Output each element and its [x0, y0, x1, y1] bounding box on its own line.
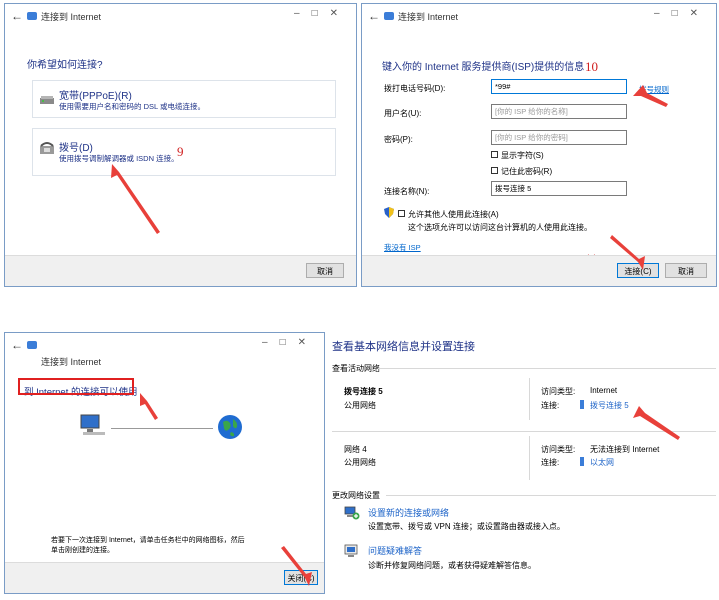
- broadband-title: 宽带(PPPoE)(R): [59, 91, 132, 102]
- network2-access-value: 无法连接到 Internet: [590, 445, 660, 454]
- phone-number-input[interactable]: [491, 79, 627, 94]
- show-chars-checkbox[interactable]: [491, 151, 498, 158]
- next-time-note: 若要下一次连接到 Internet，请单击任务栏中的网络图标，然后单击刚创建的连…: [51, 537, 245, 554]
- window-controls[interactable]: –□✕: [294, 8, 350, 19]
- window-controls[interactable]: –□✕: [654, 8, 710, 19]
- cancel-button[interactable]: 取消: [306, 263, 344, 278]
- active-networks-divider: [378, 368, 716, 369]
- window-title: 连接到 Internet: [41, 12, 102, 22]
- dialup-title: 拨号(D): [59, 143, 93, 154]
- troubleshoot-link[interactable]: 问题疑难解答: [368, 544, 422, 557]
- change-settings-divider: [386, 495, 716, 496]
- connection-name-input[interactable]: [491, 181, 627, 196]
- dialup-desc: 使用拨号调制解调器或 ISDN 连接。: [59, 154, 179, 163]
- connect-window-choose: ← 连接到 Internet –□✕ 你希望如何连接? 宽带(PPPoE)(R)…: [4, 3, 357, 287]
- allow-others-checkbox[interactable]: [398, 210, 405, 217]
- broadband-option[interactable]: 宽带(PPPoE)(R) 使用需要用户名和密码的 DSL 或电缆连接。: [32, 80, 336, 118]
- network1-access-label: 访问类型:: [541, 387, 576, 396]
- page-heading: 键入你的 Internet 服务提供商(ISP)提供的信息: [382, 62, 585, 73]
- network2-type: 公用网络: [344, 458, 376, 467]
- network-app-icon: [27, 341, 37, 349]
- status-highlight-box: [18, 378, 134, 395]
- show-chars-label: 显示字符(S): [501, 151, 544, 160]
- window-footer: 连接(C) 取消: [362, 255, 716, 286]
- network2-conn-label: 连接:: [541, 458, 560, 467]
- close-button[interactable]: 关闭(C): [284, 570, 318, 585]
- remember-password-label: 记住此密码(R): [501, 167, 553, 176]
- network1-type: 公用网络: [344, 401, 376, 410]
- window-title: 连接到 Internet: [398, 12, 459, 22]
- connect-window-isp: ← 连接到 Internet –□✕ 键入你的 Internet 服务提供商(I…: [361, 3, 717, 287]
- title-bar: ← 连接到 Internet –□✕: [362, 4, 716, 30]
- step-annotation-field: 10: [585, 59, 598, 74]
- connection-name-label: 连接名称(N):: [384, 187, 430, 196]
- network1-conn-link[interactable]: 拨号连接 5: [590, 400, 629, 411]
- connect-window-ready: ← 连接到 Internet –□✕ 到 Internet 的连接可以使用 若要…: [4, 332, 325, 594]
- connect-button[interactable]: 连接(C): [617, 263, 659, 278]
- username-input[interactable]: [491, 104, 627, 119]
- dialup-phone-icon: [40, 142, 54, 154]
- password-label: 密码(P):: [384, 135, 413, 144]
- window-footer: 关闭(C): [5, 562, 324, 593]
- allow-others-label: 允许其他人使用此连接(A): [408, 210, 499, 219]
- window-title: 连接到 Internet: [41, 357, 102, 367]
- back-arrow-icon[interactable]: ←: [11, 9, 23, 23]
- panel-title: 查看基本网络信息并设置连接: [332, 341, 475, 353]
- allow-others-desc: 这个选项允许可以访问这台计算机的人使用此连接。: [408, 223, 592, 232]
- step-annotation: 9: [177, 144, 184, 159]
- window-controls[interactable]: –□✕: [262, 337, 318, 348]
- back-arrow-icon[interactable]: ←: [368, 9, 380, 23]
- network1-divider: [529, 378, 530, 420]
- setup-connection-link[interactable]: 设置新的连接或网络: [368, 506, 449, 519]
- network2-conn-link[interactable]: 以太网: [590, 457, 614, 468]
- network1-name: 拨号连接 5: [344, 387, 383, 396]
- broadband-desc: 使用需要用户名和密码的 DSL 或电缆连接。: [59, 102, 205, 111]
- network-divider: [332, 431, 716, 432]
- dial-rules-link[interactable]: 拨号规则: [639, 84, 669, 95]
- password-input[interactable]: [491, 130, 627, 145]
- title-bar: ← 连接到 Internet –□✕: [5, 4, 356, 30]
- broadband-modem-icon: [40, 96, 54, 104]
- troubleshoot-desc: 诊断并修复网络问题，或者获得疑难解答信息。: [368, 561, 536, 570]
- computer-icon: [80, 414, 105, 435]
- network-center-panel: 查看基本网络信息并设置连接 查看活动网络 拨号连接 5 公用网络 访问类型: I…: [330, 334, 716, 596]
- window-footer: 取消: [5, 255, 356, 286]
- network-app-icon: [27, 12, 37, 20]
- connection-line: [111, 428, 213, 429]
- title-bar: ← 连接到 Internet –□✕: [5, 333, 324, 367]
- network2-divider: [529, 436, 530, 480]
- back-arrow-icon[interactable]: ←: [11, 338, 23, 352]
- network1-access-value: Internet: [590, 386, 618, 395]
- active-networks-header: 查看活动网络: [332, 364, 380, 373]
- troubleshoot-icon: [344, 544, 358, 557]
- network1-conn-label: 连接:: [541, 401, 560, 410]
- network-app-icon: [384, 12, 394, 20]
- phone-label: 拨打电话号码(D):: [384, 84, 446, 93]
- network2-name: 网络 4: [344, 445, 367, 454]
- page-heading: 你希望如何连接?: [27, 60, 103, 71]
- change-settings-header: 更改网络设置: [332, 491, 380, 500]
- setup-connection-desc: 设置宽带、拨号或 VPN 连接；或设置路由器或接入点。: [368, 522, 565, 531]
- network2-access-label: 访问类型:: [541, 445, 576, 454]
- cancel-button[interactable]: 取消: [665, 263, 707, 278]
- dialup-signal-icon: [580, 400, 584, 409]
- ethernet-icon: [580, 457, 584, 466]
- new-connection-icon: [344, 506, 360, 520]
- globe-icon: [218, 415, 242, 439]
- no-isp-link[interactable]: 我没有 ISP: [384, 242, 421, 253]
- dialup-option[interactable]: 拨号(D) 使用拨号调制解调器或 ISDN 连接。: [32, 128, 336, 176]
- username-label: 用户名(U):: [384, 109, 422, 118]
- shield-icon: [384, 207, 394, 218]
- remember-password-checkbox[interactable]: [491, 167, 498, 174]
